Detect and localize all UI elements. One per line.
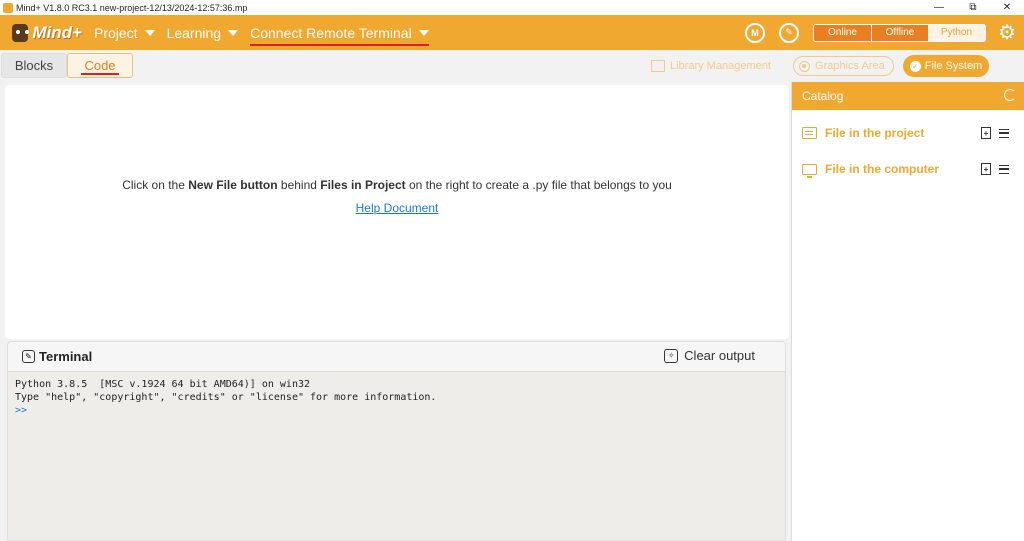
mode-switcher: Online Offline Python <box>813 23 986 42</box>
terminal-title: Terminal <box>39 349 93 364</box>
new-file-icon[interactable]: + <box>981 127 991 139</box>
help-document-link: Help Document <box>5 201 789 215</box>
catalog-item-actions: + <box>981 163 1009 175</box>
logo-text: Mind+ <box>32 22 82 42</box>
mode-python-button[interactable]: Python <box>928 24 985 41</box>
catalog-header: Catalog <box>792 82 1024 110</box>
window-controls: — ⧉ ✕ <box>922 0 1024 15</box>
catalog-item-project-files[interactable]: File in the project + <box>802 123 1017 143</box>
chevron-down-icon <box>144 29 155 36</box>
hint-files-in-project: Files in Project <box>320 178 406 192</box>
chevron-down-icon <box>228 29 239 36</box>
graphics-area-label: Graphics Area <box>815 60 885 72</box>
tab-code[interactable]: Code <box>67 53 133 78</box>
close-icon[interactable]: ✕ <box>990 0 1024 15</box>
chevron-down-icon <box>418 29 429 36</box>
robot-icon <box>12 23 29 42</box>
app-icon <box>3 2 13 13</box>
terminal-icon: ✎ <box>22 350 35 363</box>
menu-connect-label: Connect Remote Terminal <box>250 24 412 41</box>
broom-icon: ✧ <box>664 348 679 363</box>
catalog-item-label: File in the computer <box>825 162 940 176</box>
monitor-icon <box>802 163 817 178</box>
terminal-prompt[interactable]: >> <box>15 404 436 417</box>
clear-output-button[interactable]: ✧ Clear output <box>664 348 755 363</box>
terminal-header: ✎ Terminal ✧ Clear output <box>8 342 785 372</box>
code-editor[interactable]: Click on the New File button behind File… <box>5 85 789 339</box>
graphics-area-button[interactable]: Graphics Area <box>793 56 894 76</box>
catalog-item-computer-files[interactable]: File in the computer + <box>802 159 1017 179</box>
catalog-item-actions: + <box>981 127 1009 139</box>
new-file-hint: Click on the New File button behind File… <box>5 178 789 192</box>
mode-online-button[interactable]: Online <box>814 24 871 41</box>
hint-text: behind <box>277 178 321 192</box>
library-management-button[interactable]: Library Management <box>651 56 771 76</box>
help-document-link-text[interactable]: Help Document <box>356 201 439 215</box>
menu-learning[interactable]: Learning <box>167 25 239 41</box>
hint-text: Click on the <box>122 178 189 192</box>
menu-icon[interactable] <box>999 128 1009 138</box>
mode-offline-button[interactable]: Offline <box>871 24 928 41</box>
edit-icon[interactable]: ✎ <box>779 22 799 43</box>
menu-project-label: Project <box>94 24 138 41</box>
check-icon: ✓ <box>909 60 921 72</box>
menu-icon[interactable] <box>999 164 1009 174</box>
gear-icon[interactable]: ⚙ <box>998 23 1016 43</box>
catalog-panel: Catalog File in the project + File in th… <box>791 82 1024 541</box>
new-file-icon[interactable]: + <box>981 163 991 175</box>
menu-learning-label: Learning <box>166 24 222 41</box>
terminal-line: Type "help", "copyright", "credits" or "… <box>15 392 437 403</box>
clear-output-label: Clear output <box>684 348 755 363</box>
file-system-button[interactable]: ✓ File System <box>903 55 989 77</box>
catalog-title: Catalog <box>802 89 844 103</box>
mindplus-logo[interactable]: Mind+ <box>12 20 82 46</box>
window-title-bar: Mind+ V1.8.0 RC3.1 new-project-12/13/202… <box>0 0 1024 15</box>
right-toolbar: M ✎ Online Offline Python ⚙ <box>745 15 1024 50</box>
file-system-label: File System <box>924 60 983 72</box>
tabs-row: Blocks Code Library Management Graphics … <box>0 50 1024 82</box>
hint-new-file-button: New File button <box>188 178 278 192</box>
minimize-icon[interactable]: — <box>922 0 956 15</box>
library-icon <box>651 60 665 72</box>
folder-list-icon <box>802 127 817 139</box>
graphics-icon <box>799 60 810 72</box>
course-icon[interactable]: M <box>745 22 765 43</box>
menu-bar: Mind+ Project Learning Connect Remote Te… <box>0 15 1024 50</box>
menu-project[interactable]: Project <box>94 25 155 41</box>
library-management-label: Library Management <box>670 60 771 72</box>
menu-connect-remote-terminal[interactable]: Connect Remote Terminal <box>250 24 429 46</box>
catalog-item-label: File in the project <box>825 126 925 140</box>
terminal-panel: ✎ Terminal ✧ Clear output Python 3.8.5 [… <box>7 341 786 541</box>
refresh-icon[interactable] <box>1004 89 1016 101</box>
terminal-output[interactable]: Python 3.8.5 [MSC v.1924 64 bit AMD64)] … <box>15 378 436 417</box>
window-title: Mind+ V1.8.0 RC3.1 new-project-12/13/202… <box>16 2 248 13</box>
hint-text: on the right to create a .py file that b… <box>405 178 672 192</box>
terminal-line: Python 3.8.5 [MSC v.1924 64 bit AMD64)] … <box>15 379 311 390</box>
restore-icon[interactable]: ⧉ <box>956 0 990 15</box>
tab-blocks[interactable]: Blocks <box>1 53 67 78</box>
